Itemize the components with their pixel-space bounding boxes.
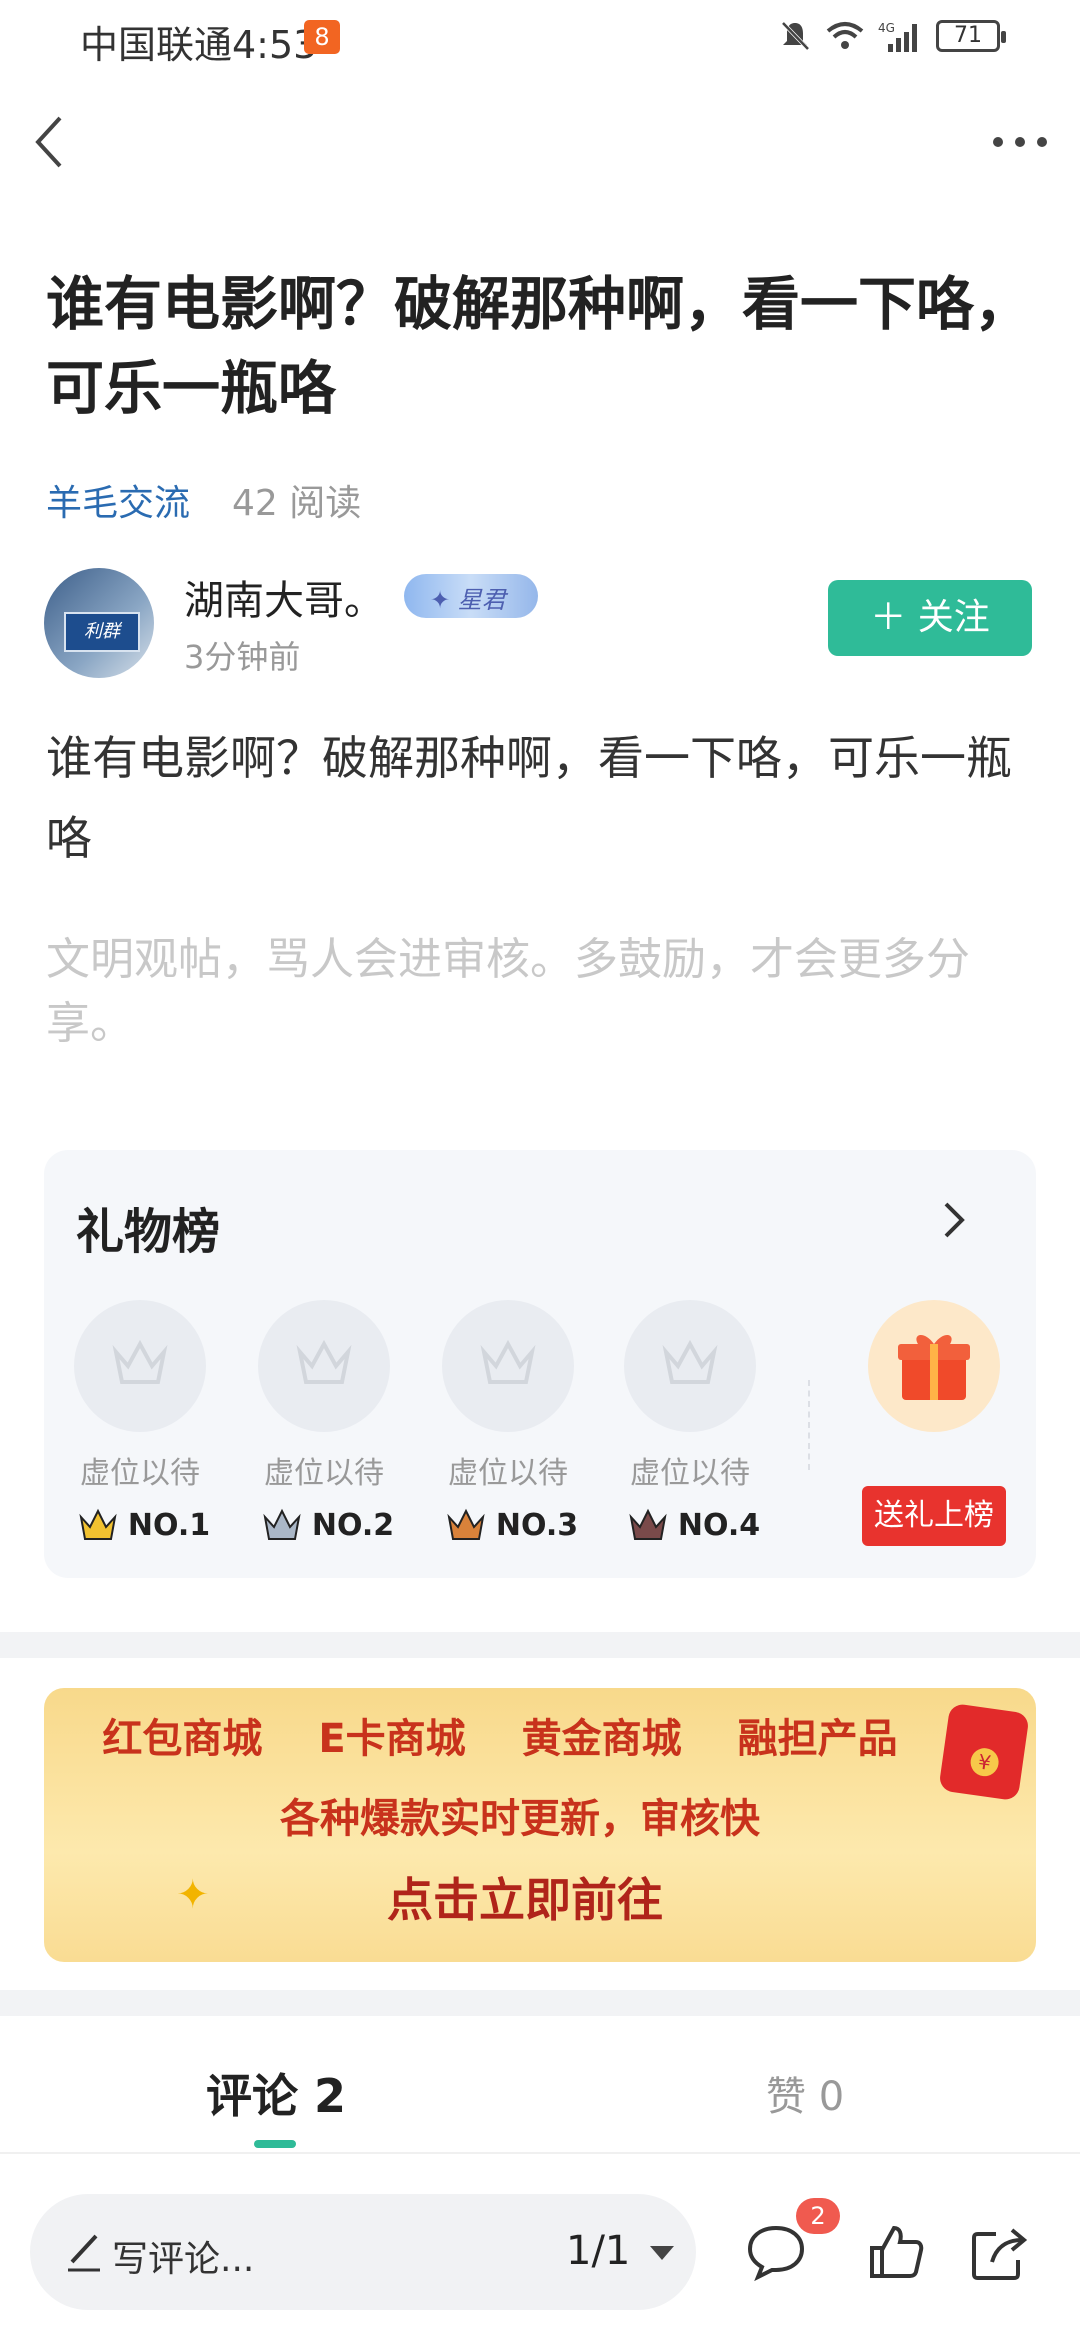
status-carrier-time: 中国联通4:53 <box>80 23 318 67</box>
banner-cta: 点击立即前往 <box>387 1873 663 1927</box>
app-notification-icon: 8 <box>304 20 340 54</box>
community-hint: 文明观帖，骂人会进审核。多鼓励，才会更多分享。 <box>46 934 970 1049</box>
rank-label: NO.4 <box>677 1507 761 1543</box>
red-envelope-mascot-icon <box>938 1702 1030 1802</box>
gift-box-button[interactable] <box>868 1300 1000 1432</box>
author-avatar[interactable]: 利群 <box>44 568 154 678</box>
pencil-icon <box>68 2234 100 2272</box>
share-icon[interactable] <box>968 2222 1032 2282</box>
banner-subtitle: 各种爆款实时更新，审核快 <box>280 1796 760 1842</box>
thumbs-up-icon[interactable] <box>866 2222 926 2282</box>
crown-outline-icon <box>662 1339 718 1384</box>
slot-label: 虚位以待 <box>264 1456 384 1491</box>
banner-item: 融担产品 <box>737 1716 898 1762</box>
page-indicator[interactable]: 1/1 <box>566 2228 630 2274</box>
post-content: 谁有电影啊？破解那种啊，看一下咯，可乐一瓶咯 <box>46 731 1012 865</box>
silver-crown-icon <box>263 1508 301 1540</box>
post-time: 3分钟前 <box>184 638 301 676</box>
rank-label: NO.1 <box>127 1507 211 1543</box>
rank-label: NO.2 <box>311 1507 395 1543</box>
banner-shop-list: 红包商城 E卡商城 黄金商城 融担产品 <box>44 1706 1036 1764</box>
slot-label: 虚位以待 <box>630 1456 750 1491</box>
gift-slot-1[interactable] <box>74 1300 206 1432</box>
battery-icon: 71 <box>936 20 1006 52</box>
gift-slot-2[interactable] <box>258 1300 390 1432</box>
mute-bell-icon <box>781 21 810 51</box>
comment-count-badge: 2 <box>796 2198 840 2234</box>
section-divider <box>0 1632 1080 1658</box>
read-count: 42 阅读 <box>232 483 362 524</box>
comment-icon[interactable] <box>744 2222 808 2282</box>
more-options-icon[interactable] <box>990 130 1050 154</box>
gift-box-icon <box>898 1334 970 1400</box>
slot-label: 虚位以待 <box>448 1456 568 1491</box>
section-divider <box>0 1990 1080 2016</box>
send-gift-button[interactable]: 送礼上榜 <box>862 1486 1006 1546</box>
rank-4: NO.4 <box>614 1502 774 1548</box>
rank-label: NO.3 <box>495 1507 579 1543</box>
crown-outline-icon <box>112 1339 168 1384</box>
promo-banner[interactable]: 红包商城 E卡商城 黄金商城 融担产品 各种爆款实时更新，审核快 ✦ 点击立即前… <box>44 1688 1036 1962</box>
gold-crown-icon <box>79 1508 117 1540</box>
caret-down-icon[interactable] <box>650 2246 674 2260</box>
slot-label: 虚位以待 <box>80 1456 200 1491</box>
banner-item: 红包商城 <box>102 1716 263 1762</box>
follow-button[interactable]: ＋ 关注 <box>828 580 1032 656</box>
post-title: 谁有电影啊？破解那种啊，看一下咯，可乐一瓶咯 <box>46 270 1033 422</box>
banner-item: E卡商城 <box>318 1716 466 1762</box>
rank-2: NO.2 <box>248 1502 408 1548</box>
divider <box>0 2152 1080 2154</box>
gift-slot-3[interactable] <box>442 1300 574 1432</box>
gift-slot-4[interactable] <box>624 1300 756 1432</box>
crown-outline-icon <box>480 1339 536 1384</box>
svg-text:4G: 4G <box>878 21 895 35</box>
dark-crown-icon <box>629 1508 667 1540</box>
rank-3: NO.3 <box>432 1502 592 1548</box>
banner-item: 黄金商城 <box>521 1716 682 1762</box>
signal-4g-icon: 4G <box>878 21 917 52</box>
crown-outline-icon <box>296 1339 352 1384</box>
chevron-right-icon[interactable] <box>934 1196 974 1244</box>
gift-board-title: 礼物榜 <box>76 1204 221 1260</box>
avatar-image: 利群 <box>64 612 140 652</box>
rank-1: NO.1 <box>64 1502 224 1548</box>
author-name[interactable]: 湖南大哥。 <box>184 568 384 626</box>
back-icon[interactable] <box>30 112 70 172</box>
bronze-crown-icon <box>447 1508 485 1540</box>
post-category-link[interactable]: 羊毛交流 <box>46 474 190 526</box>
tab-likes[interactable]: 赞 0 <box>766 2064 844 2122</box>
comment-input[interactable]: 写评论... 1/1 <box>30 2194 696 2310</box>
wifi-icon <box>826 22 864 49</box>
tab-comments[interactable]: 评论 2 <box>206 2060 346 2126</box>
active-tab-indicator <box>254 2140 296 2148</box>
divider <box>808 1380 810 1470</box>
comment-input-placeholder: 写评论... <box>112 2239 255 2280</box>
status-icons: 4G 71 <box>778 16 1006 56</box>
author-medal-badge: ✦ 星君 <box>404 574 538 618</box>
